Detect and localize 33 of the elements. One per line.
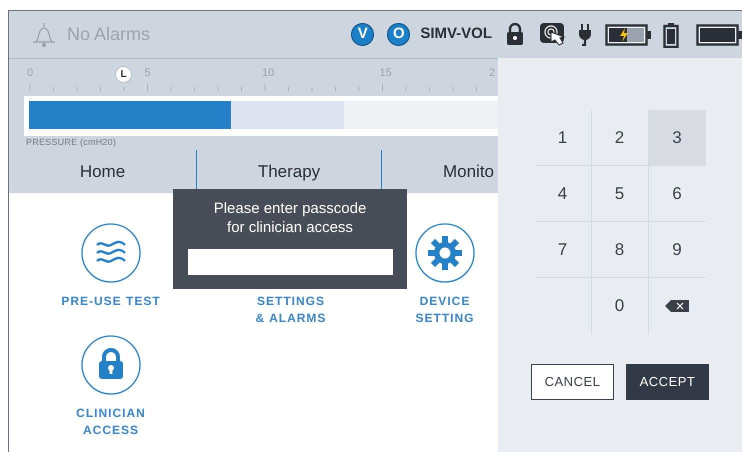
keypad-key[interactable]: 9: [648, 222, 706, 278]
mode-badge: O: [387, 23, 410, 46]
tile-label[interactable]: PRE-USE TEST: [61, 293, 161, 310]
settings-icon[interactable]: [415, 223, 475, 283]
ventilation-mode: SIMV-VOL: [420, 24, 492, 44]
bell-icon: [31, 21, 57, 48]
cancel-button[interactable]: CANCEL: [531, 364, 614, 400]
battery-icon: [663, 22, 679, 48]
keypad-key[interactable]: 1: [534, 110, 592, 166]
tile-label[interactable]: CLINICIAN ACCESS: [76, 405, 146, 439]
mode-badge: V: [351, 23, 374, 46]
keypad-key[interactable]: 0: [592, 278, 648, 334]
keypad-key[interactable]: 5: [592, 166, 648, 222]
limit-marker: L: [115, 66, 132, 83]
accept-button[interactable]: ACCEPT: [626, 364, 709, 400]
keypad-key[interactable]: 6: [648, 166, 706, 222]
lock-icon[interactable]: [506, 23, 524, 46]
waves-icon[interactable]: [81, 223, 141, 283]
gauge-label: PRESSURE (cmH20): [26, 138, 116, 147]
touch-icon[interactable]: [539, 21, 567, 48]
keypad-key[interactable]: 8: [592, 222, 648, 278]
full-battery-icon: [696, 22, 742, 48]
keypad-key[interactable]: 4: [534, 166, 592, 222]
plug-icon: [577, 23, 593, 46]
passcode-field[interactable]: [188, 249, 392, 275]
tab[interactable]: Home: [9, 150, 196, 193]
charging-battery-icon: [605, 22, 651, 48]
keypad-key[interactable]: 3: [648, 110, 706, 166]
tile-label[interactable]: SETTINGS & ALARMS: [256, 293, 326, 327]
backspace-icon: [665, 300, 689, 312]
tile-label[interactable]: DEVICE SETTING: [415, 293, 474, 327]
dialog-prompt: Please enter passcode for clinician access: [214, 199, 366, 237]
keypad-key[interactable]: 7: [534, 222, 592, 278]
